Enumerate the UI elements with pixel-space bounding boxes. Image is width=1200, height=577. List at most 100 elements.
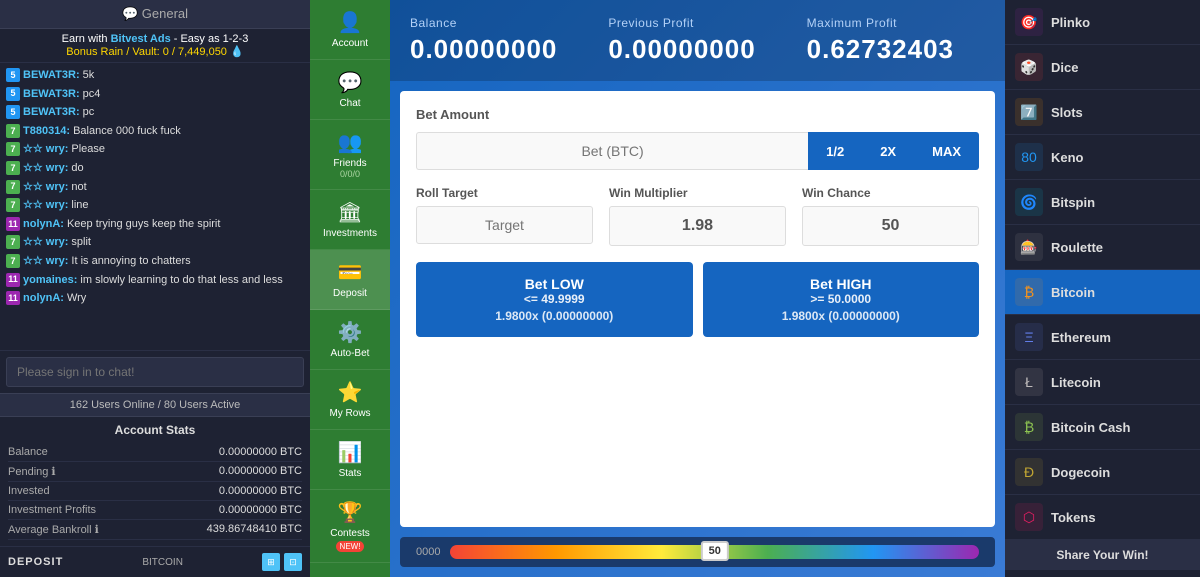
nav-icon: ⚙️ — [338, 320, 363, 345]
deposit-qr-icon[interactable]: ⊞ — [262, 553, 280, 571]
chat-header-label: 💬 General — [122, 6, 188, 21]
chat-username: nolynA: — [23, 216, 64, 234]
nav-item-investments[interactable]: 🏛Investments — [310, 190, 390, 250]
game-item-dogecoin[interactable]: ÐDogecoin — [1005, 450, 1200, 495]
bet-low-sub: <= 49.9999 — [430, 292, 679, 306]
nav-icon: 👥 — [338, 573, 363, 577]
chat-username: ☆☆ wry: — [23, 253, 68, 271]
chat-text: Wry — [67, 290, 86, 308]
chat-badge: 7 — [6, 180, 20, 194]
2x-button[interactable]: 2X — [862, 132, 914, 170]
nav-item-chat[interactable]: 💬 Chat — [310, 60, 390, 120]
game-icon: ₿ — [1015, 278, 1043, 306]
nav-icon: 📊 — [338, 440, 363, 465]
bet-low-button[interactable]: Bet LOW <= 49.9999 1.9800x (0.00000000) — [416, 262, 693, 337]
game-name: Bitcoin — [1051, 285, 1095, 300]
chat-text: not — [71, 179, 86, 197]
users-online: 162 Users Online / 80 Users Active — [0, 393, 310, 417]
nav-sub: 0/0/0 — [340, 169, 360, 179]
slider-area: 0000 50 — [400, 537, 995, 567]
game-item-bitcoin[interactable]: ₿ Bitcoin — [1005, 270, 1200, 315]
deposit-icons: ⊞ ⊡ — [262, 553, 302, 571]
balance-value: 0.00000000 — [410, 34, 588, 65]
deposit-currency: BITCOIN — [142, 557, 183, 568]
chat-badge: 5 — [6, 87, 20, 101]
win-multiplier-block: Win Multiplier 1.98 — [609, 186, 786, 246]
nav-label: My Rows — [329, 408, 370, 419]
chat-input-area — [0, 350, 310, 393]
chat-username: BEWAT3R: — [23, 67, 80, 85]
nav-icon: 🏆 — [338, 500, 363, 525]
chat-message: 11nolynA:Wry — [6, 290, 304, 308]
nav-item-deposit[interactable]: 💳Deposit — [310, 250, 390, 310]
account-stats: Account Stats Balance0.00000000 BTCPendi… — [0, 417, 310, 546]
deposit-bar[interactable]: DEPOSIT BITCOIN ⊞ ⊡ — [0, 546, 310, 577]
game-item-plinko[interactable]: 🎯Plinko — [1005, 0, 1200, 45]
bet-input[interactable] — [416, 132, 808, 170]
bet-high-sub: >= 50.0000 — [717, 292, 966, 306]
bet-high-button[interactable]: Bet HIGH >= 50.0000 1.9800x (0.00000000) — [703, 262, 980, 337]
game-item-dice[interactable]: 🎲Dice — [1005, 45, 1200, 90]
chat-text: Balance 000 fuck fuck — [73, 123, 181, 141]
bet-high-label: Bet HIGH — [717, 276, 966, 292]
stat-value: 0.00000000 BTC — [219, 446, 302, 458]
game-icon: Ξ — [1015, 323, 1043, 351]
game-item-roulette[interactable]: 🎰Roulette — [1005, 225, 1200, 270]
nav-icon: 💬 — [338, 70, 363, 95]
nav-item-my-rows[interactable]: ⭐My Rows — [310, 370, 390, 430]
half-button[interactable]: 1/2 — [808, 132, 862, 170]
stat-value: 0.00000000 BTC — [219, 485, 302, 497]
chat-username: T880314: — [23, 123, 70, 141]
game-icon: 80 — [1015, 143, 1043, 171]
stat-row: Pending ℹ0.00000000 BTC — [8, 462, 302, 482]
chat-promo-earn: Earn with Bitvest Ads - Easy as 1-2-3 — [8, 33, 302, 45]
game-item-litecoin[interactable]: ŁLitecoin — [1005, 360, 1200, 405]
nav-item-account[interactable]: 👤Account — [310, 0, 390, 60]
nav-icon: 🏛 — [337, 200, 362, 225]
game-item-ethereum[interactable]: ΞEthereum — [1005, 315, 1200, 360]
game-item-tokens[interactable]: ⬡Tokens — [1005, 495, 1200, 540]
nav-item-contests[interactable]: 🏆ContestsNEW! — [310, 490, 390, 563]
chat-message: 7☆☆ wry:not — [6, 179, 304, 197]
nav-item-referrals[interactable]: 👥Referrals — [310, 563, 390, 577]
nav-item-friends[interactable]: 👥Friends0/0/0 — [310, 120, 390, 190]
game-item-keno[interactable]: 80Keno — [1005, 135, 1200, 180]
chat-text: pc — [83, 104, 95, 122]
max-button[interactable]: MAX — [914, 132, 979, 170]
win-multiplier-label: Win Multiplier — [609, 186, 786, 200]
game-item-slots[interactable]: 7️⃣Slots — [1005, 90, 1200, 135]
chat-input[interactable] — [6, 357, 304, 387]
bet-low-mult: 1.9800x (0.00000000) — [430, 309, 679, 323]
game-item-bitspin[interactable]: 🌀Bitspin — [1005, 180, 1200, 225]
nav-item-stats[interactable]: 📊 Stats — [310, 430, 390, 490]
nav-label: Stats — [339, 468, 362, 479]
stat-value: 0.00000000 BTC — [219, 504, 302, 516]
chat-message: 7T880314:Balance 000 fuck fuck — [6, 123, 304, 141]
chat-badge: 7 — [6, 198, 20, 212]
balance-label: Balance — [410, 16, 588, 30]
stat-row: Investment Profits 0.00000000 BTC — [8, 501, 302, 520]
share-item-bitvest[interactable]: 🔷Bitvest — [1005, 570, 1200, 577]
nav-item-auto-bet[interactable]: ⚙️Auto-Bet — [310, 310, 390, 370]
game-name: Bitcoin Cash — [1051, 420, 1130, 435]
slider-marker: 50 — [701, 541, 729, 561]
chat-text: 5k — [83, 67, 95, 85]
chat-text: line — [71, 197, 88, 215]
deposit-label: DEPOSIT — [8, 556, 63, 568]
bet-high-mult: 1.9800x (0.00000000) — [717, 309, 966, 323]
game-name: Slots — [1051, 105, 1083, 120]
chat-messages: 5BEWAT3R:5k5BEWAT3R:pc45BEWAT3R:pc7T8803… — [0, 63, 310, 350]
chat-username: BEWAT3R: — [23, 104, 80, 122]
chat-username: ☆☆ wry: — [23, 234, 68, 252]
roll-target-input[interactable] — [416, 206, 593, 244]
roll-target-label: Roll Target — [416, 186, 593, 200]
nav-label: Chat — [339, 98, 360, 109]
stat-label: Balance — [8, 446, 48, 458]
game-icon: 🎲 — [1015, 53, 1043, 81]
game-item-bitcoin-cash[interactable]: ₿Bitcoin Cash — [1005, 405, 1200, 450]
chat-text: pc4 — [83, 86, 101, 104]
deposit-copy-icon[interactable]: ⊡ — [284, 553, 302, 571]
slider-track[interactable]: 50 — [450, 545, 979, 559]
game-panel: Bet Amount 1/2 2X MAX Roll Target Win Mu… — [400, 91, 995, 527]
stat-label: Investment Profits — [8, 504, 96, 516]
